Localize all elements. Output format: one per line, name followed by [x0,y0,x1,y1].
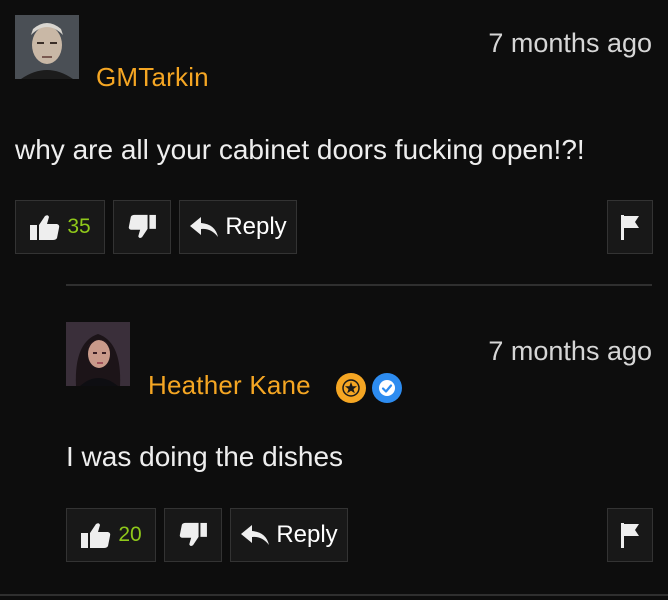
thumbs-down-icon [178,522,208,548]
flag-icon [619,521,641,549]
comment-text: I was doing the dishes [66,441,344,472]
avatar[interactable] [66,322,130,386]
flag-button[interactable] [607,508,653,562]
comment-reply-item: Heather Kane 7 months ago I was doing th… [0,0,668,600]
dislike-button[interactable] [164,508,222,562]
reply-button[interactable]: Reply [230,508,348,562]
comment-timestamp: 7 months ago [488,336,652,366]
comment-username[interactable]: Heather Kane [148,370,311,401]
reply-label: Reply [276,521,338,548]
verified-badge-icon [372,373,402,403]
like-button[interactable]: 20 [66,508,156,562]
star-badge-icon [336,373,366,403]
reply-arrow-icon [240,524,270,546]
comment-divider [0,594,668,596]
thumbs-up-icon [80,521,112,549]
like-count: 20 [118,523,142,546]
